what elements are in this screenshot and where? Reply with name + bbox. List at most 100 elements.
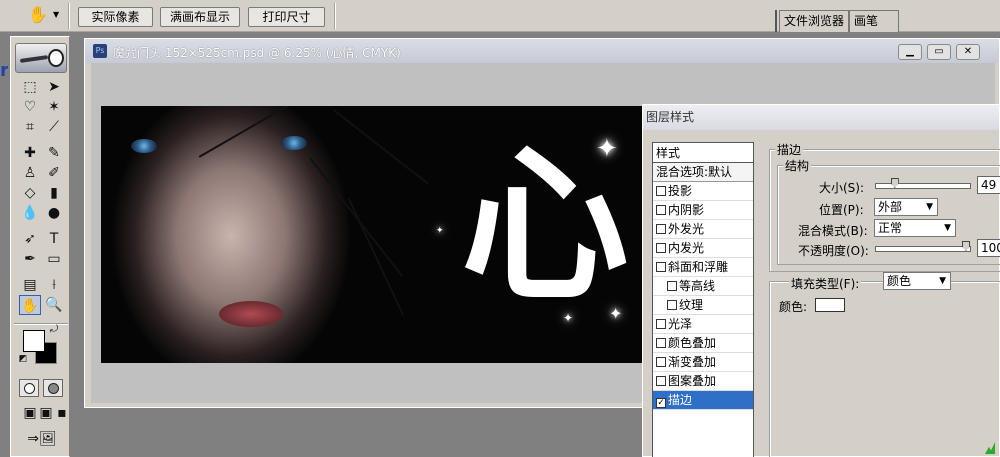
fill-type-select[interactable]: 颜色 ▼ [883, 272, 951, 290]
document-titlebar[interactable]: Ps 魔咒门头 152×525cm.psd @ 6.25% (心情, CMYK)… [85, 39, 999, 63]
standard-mode-button[interactable] [19, 379, 39, 397]
clone-stamp-icon[interactable]: ♙ [19, 163, 41, 183]
checkbox[interactable] [656, 224, 666, 234]
style-item[interactable]: 渐变叠加 [653, 353, 753, 372]
screen-mode-full-icon[interactable]: ▪ [51, 403, 73, 423]
zoom-tool-icon[interactable]: 🔍 [43, 295, 65, 315]
quick-mask-button[interactable] [43, 379, 63, 397]
style-item[interactable]: 内发光 [653, 239, 753, 258]
checkbox[interactable] [656, 205, 666, 215]
notes-tool-icon[interactable]: ▤ [19, 275, 41, 295]
jump-to-imageready-icon[interactable]: ⇒🖼 [19, 429, 65, 449]
chevron-down-icon: ▼ [926, 202, 933, 212]
size-input[interactable]: 49 [977, 176, 1000, 194]
magic-wand-icon[interactable]: ✶ [43, 97, 65, 117]
style-item-label: 渐变叠加 [668, 355, 717, 369]
foreground-color-swatch[interactable] [23, 330, 45, 352]
checkbox[interactable] [656, 186, 666, 196]
size-label: 大小(S): [819, 181, 865, 195]
style-item[interactable]: 外发光 [653, 220, 753, 239]
position-select[interactable]: 外部 ▼ [874, 198, 938, 216]
fit-on-screen-button[interactable]: 满画布显示 [160, 7, 240, 27]
checkbox[interactable] [656, 376, 666, 386]
lasso-tool-icon[interactable]: ♡ [19, 97, 41, 117]
separator [334, 3, 336, 29]
checkbox[interactable] [656, 338, 666, 348]
opacity-slider-thumb[interactable] [962, 241, 970, 251]
opacity-slider[interactable] [875, 241, 971, 252]
style-item-label: 混合选项:默认 [656, 165, 733, 179]
eraser-tool-icon[interactable]: ◇ [19, 183, 41, 203]
style-item-label: 投影 [668, 184, 693, 198]
checkbox[interactable] [656, 357, 666, 367]
style-item[interactable]: 纹理 [653, 296, 753, 315]
tab-brushes[interactable]: 画笔 [849, 10, 899, 32]
crop-tool-icon[interactable]: ⌗ [19, 117, 41, 137]
dodge-tool-icon[interactable]: ● [43, 203, 65, 223]
gradient-tool-icon[interactable]: ▮ [43, 183, 65, 203]
tool-preset-chevron-down-icon[interactable]: ▼ [53, 10, 59, 19]
fill-type-value: 颜色 [887, 274, 912, 288]
tab-file-browser[interactable]: 文件浏览器 [779, 10, 850, 32]
style-item[interactable]: 斜面和浮雕 [653, 258, 753, 277]
position-value: 外部 [878, 200, 903, 214]
style-item[interactable]: 混合选项:默认 [653, 163, 753, 182]
print-size-button[interactable]: 打印尺寸 [248, 7, 325, 27]
close-button[interactable]: ✕ [956, 44, 980, 60]
style-item[interactable]: 等高线 [653, 277, 753, 296]
style-item[interactable]: 颜色叠加 [653, 334, 753, 353]
brush-tool-icon[interactable]: ✎ [43, 143, 65, 163]
style-item-label: 内发光 [668, 241, 705, 255]
artwork-canvas[interactable]: 心 ✦ ✦ ✦ ✦ [101, 106, 646, 363]
style-item[interactable]: 图案叠加 [653, 372, 753, 391]
position-label: 位置(P): [819, 203, 864, 217]
actual-pixels-button[interactable]: 实际像素 [78, 7, 153, 27]
style-item[interactable]: 内阴影 [653, 201, 753, 220]
checkbox[interactable] [656, 243, 666, 253]
blend-mode-select[interactable]: 正常 ▼ [874, 219, 956, 237]
style-item[interactable]: ✓ 描边 [653, 391, 753, 410]
separator [68, 3, 70, 29]
opacity-input[interactable]: 100 [977, 239, 1000, 257]
structure-group-title: 结构 [783, 157, 812, 174]
checkbox[interactable] [656, 319, 666, 329]
style-item-label: 等高线 [679, 279, 716, 293]
feather-icon [19, 55, 49, 63]
maximize-button[interactable]: ▭ [927, 44, 951, 60]
move-tool-icon[interactable]: ➤ [43, 77, 65, 97]
checkbox[interactable] [656, 262, 666, 272]
style-item-label: 光泽 [668, 317, 693, 331]
hand-tool-icon[interactable]: ✋ [26, 4, 50, 26]
healing-brush-icon[interactable]: ✚ [19, 143, 41, 163]
slice-tool-icon[interactable]: ⟋ [43, 117, 65, 137]
size-slider-thumb[interactable] [890, 178, 899, 188]
checkbox[interactable] [667, 281, 677, 291]
path-selection-icon[interactable]: ➶ [19, 229, 41, 249]
portrait-lips [219, 301, 283, 327]
shape-tool-icon[interactable]: ▭ [43, 249, 65, 269]
ps-document-icon: Ps [93, 44, 107, 58]
history-brush-icon[interactable]: ✐ [43, 163, 65, 183]
type-tool-icon[interactable]: T [43, 229, 65, 249]
photoshop-logo[interactable] [15, 43, 67, 73]
marquee-tool-icon[interactable]: ⬚ [19, 77, 41, 97]
options-bar: ✋ ▼ 实际像素 满画布显示 打印尺寸 文件浏览器 画笔 [0, 0, 1000, 32]
hand-tool-icon[interactable]: ✋ [19, 295, 41, 315]
minimize-button[interactable]: ▁ [898, 44, 922, 60]
blend-mode-label: 混合模式(B): [798, 224, 868, 238]
style-item[interactable]: 光泽 [653, 315, 753, 334]
pen-tool-icon[interactable]: ✒ [19, 249, 41, 269]
blur-tool-icon[interactable]: 💧 [19, 203, 41, 223]
checkbox-checked[interactable]: ✓ [656, 398, 666, 408]
checkbox[interactable] [667, 300, 677, 310]
size-slider[interactable] [875, 178, 971, 189]
style-item[interactable]: 投影 [653, 182, 753, 201]
default-colors-icon[interactable]: ◩ [17, 353, 29, 365]
stroke-color-swatch[interactable] [815, 298, 845, 312]
styles-header[interactable]: 样式 [653, 143, 753, 163]
dialog-title: 图层样式 [643, 105, 999, 130]
eyedropper-icon[interactable]: ⟊ [43, 275, 65, 295]
color-label: 颜色: [779, 300, 808, 314]
eye-icon [48, 49, 64, 67]
swap-colors-icon[interactable]: ⤾ [47, 324, 61, 336]
